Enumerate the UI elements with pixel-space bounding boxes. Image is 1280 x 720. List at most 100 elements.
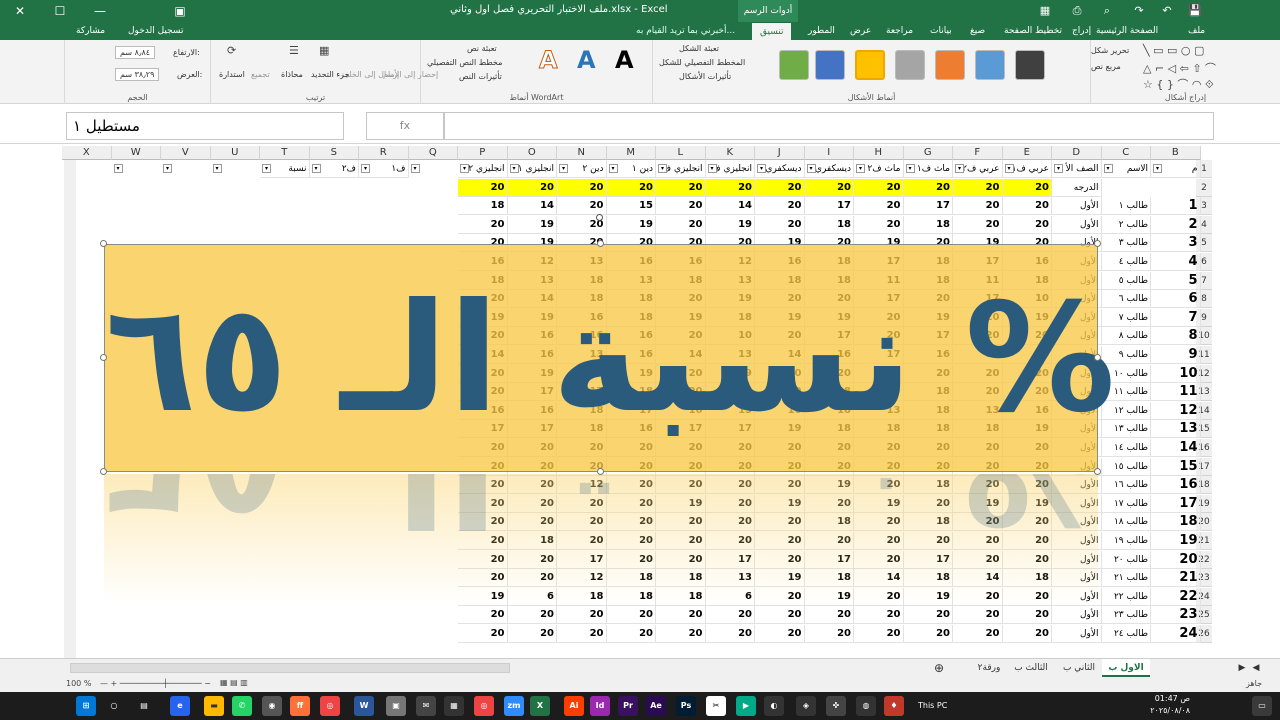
group-button[interactable]: تجميع <box>251 70 270 79</box>
column-header-l[interactable]: L <box>656 146 706 160</box>
rotate-button[interactable]: استدارة <box>219 70 245 79</box>
sheet-prev-icon[interactable]: ◀ <box>1250 659 1262 677</box>
tab-review[interactable]: مراجعة <box>886 22 913 40</box>
ribbon-display-icon[interactable]: ▣ <box>160 0 200 22</box>
max-score-cell-p[interactable]: 20 <box>458 178 508 197</box>
zoom-app-icon[interactable]: zm <box>504 696 524 716</box>
column-header-o[interactable]: O <box>507 146 557 160</box>
max-score-cell-e[interactable]: 20 <box>1002 178 1052 197</box>
score-cell[interactable]: 19 <box>606 215 656 234</box>
column-header-v[interactable]: V <box>161 146 211 160</box>
score-cell[interactable]: 20 <box>854 215 904 234</box>
width-input[interactable]: ٣٨٫٢٩ سم <box>115 68 160 81</box>
resize-handle-b[interactable] <box>597 468 604 475</box>
score-cell[interactable]: 20 <box>458 606 508 625</box>
style-swatch-indigo[interactable] <box>815 50 845 80</box>
excel-icon[interactable]: X <box>530 696 550 716</box>
tab-page-layout[interactable]: تخطيط الصفحة <box>1004 22 1062 40</box>
resize-handle-t[interactable] <box>597 240 604 247</box>
close-icon[interactable]: ✕ <box>0 0 40 22</box>
student-number-cell[interactable]: 21 <box>1151 569 1201 588</box>
score-cell[interactable]: 20 <box>953 215 1003 234</box>
whatsapp-icon[interactable]: ✆ <box>232 696 252 716</box>
align-button[interactable]: محاذاة <box>281 70 303 79</box>
score-cell[interactable]: 20 <box>854 197 904 216</box>
score-cell[interactable]: 20 <box>903 625 953 643</box>
style-swatch-green[interactable] <box>779 50 809 80</box>
score-cell[interactable]: 20 <box>656 215 706 234</box>
student-number-cell[interactable]: 8 <box>1151 327 1201 346</box>
score-cell[interactable]: 17 <box>804 197 854 216</box>
student-class-cell[interactable]: الأول <box>1052 606 1102 625</box>
shape-effects-button[interactable]: تأثيرات الأشكال <box>679 72 731 81</box>
score-cell[interactable]: 20 <box>854 625 904 643</box>
filter-dropdown-icon[interactable]: ▾ <box>658 164 667 173</box>
score-cell[interactable]: 20 <box>953 625 1003 643</box>
shape-outline-button[interactable]: المخطط التفصيلي للشكل <box>659 58 745 67</box>
app-icon-8[interactable]: ✜ <box>826 696 846 716</box>
notification-icon[interactable]: ▭ <box>1252 696 1272 716</box>
score-cell[interactable]: 20 <box>953 197 1003 216</box>
tell-me-search[interactable]: أخبرني بما تريد القيام به... <box>636 22 735 40</box>
student-name-cell[interactable]: طالب ٢٢ <box>1101 587 1151 606</box>
score-cell[interactable]: 20 <box>705 625 755 643</box>
chrome-icon-2[interactable]: ◎ <box>474 696 494 716</box>
column-header-j[interactable]: J <box>755 146 805 160</box>
share-button[interactable]: مشاركة <box>76 22 105 40</box>
column-header-r[interactable]: R <box>359 146 409 160</box>
filter-dropdown-icon[interactable]: ▾ <box>707 164 717 173</box>
student-name-cell[interactable]: طالب ٣ <box>1101 234 1151 253</box>
max-score-cell-o[interactable]: 20 <box>507 178 557 197</box>
selected-rectangle-shape[interactable]: نسبة الـ ٦٥ % <box>104 244 1119 472</box>
score-cell[interactable]: 19 <box>705 215 755 234</box>
wordart-style-blue[interactable]: A <box>577 46 596 74</box>
student-number-cell[interactable]: 23 <box>1151 606 1201 625</box>
this-pc-label[interactable]: This PC <box>918 701 947 710</box>
score-cell[interactable]: 20 <box>458 215 508 234</box>
app-icon-4[interactable]: ▦ <box>444 696 464 716</box>
column-header-b[interactable]: B <box>1151 146 1201 160</box>
tab-developer[interactable]: المطور <box>808 22 835 40</box>
student-name-cell[interactable]: طالب ٢١ <box>1101 569 1151 588</box>
illustrator-icon[interactable]: Ai <box>564 696 584 716</box>
student-number-cell[interactable]: 18 <box>1151 513 1201 532</box>
score-cell[interactable]: 20 <box>606 606 656 625</box>
column-header-g[interactable]: G <box>903 146 953 160</box>
student-name-cell[interactable]: طالب ٤ <box>1101 253 1151 271</box>
column-header-d[interactable]: D <box>1052 146 1102 160</box>
score-cell[interactable]: 20 <box>1002 197 1052 216</box>
wordart-style-black[interactable]: A <box>615 46 634 74</box>
max-score-cell-l[interactable]: 20 <box>656 178 706 197</box>
sheet-tab-1[interactable]: الاول ب <box>1102 659 1150 677</box>
style-swatch-gray[interactable] <box>895 50 925 80</box>
text-box-button[interactable]: مربع نص <box>1091 62 1121 71</box>
max-score-cell-n[interactable]: 20 <box>557 178 607 197</box>
resize-handle-bl[interactable] <box>100 468 107 475</box>
student-class-cell[interactable]: الأول <box>1052 215 1102 234</box>
column-header-n[interactable]: N <box>557 146 607 160</box>
student-name-cell[interactable]: طالب ١٥ <box>1101 457 1151 476</box>
max-score-cell-f[interactable]: 20 <box>953 178 1003 197</box>
column-header-k[interactable]: K <box>705 146 755 160</box>
max-score-cell-i[interactable]: 20 <box>804 178 854 197</box>
column-header-u[interactable]: U <box>210 146 260 160</box>
score-cell[interactable]: 20 <box>656 606 706 625</box>
score-cell[interactable]: 18 <box>903 215 953 234</box>
score-cell[interactable]: 20 <box>1002 625 1052 643</box>
score-cell[interactable]: 20 <box>755 197 805 216</box>
app-icon-3[interactable]: ✉ <box>416 696 436 716</box>
style-swatch-gold[interactable] <box>855 50 885 80</box>
student-number-cell[interactable]: 7 <box>1151 308 1201 327</box>
aftereffects-icon[interactable]: Ae <box>646 696 666 716</box>
student-name-cell[interactable]: طالب ١٧ <box>1101 494 1151 513</box>
zoom-level[interactable]: 100 % <box>66 679 91 688</box>
sheet-next-icon[interactable]: ▶ <box>1236 659 1248 677</box>
filter-dropdown-icon[interactable]: ▾ <box>608 164 618 173</box>
filter-dropdown-icon[interactable]: ▾ <box>1054 164 1063 173</box>
student-name-cell[interactable]: طالب ١٩ <box>1101 532 1151 550</box>
app-icon-10[interactable]: ♦ <box>884 696 904 716</box>
explorer-icon[interactable]: ▬ <box>204 696 224 716</box>
filter-dropdown-icon[interactable]: ▾ <box>1004 164 1014 173</box>
tab-home[interactable]: الصفحة الرئيسية <box>1096 22 1158 40</box>
column-header-t[interactable]: T <box>260 146 310 160</box>
